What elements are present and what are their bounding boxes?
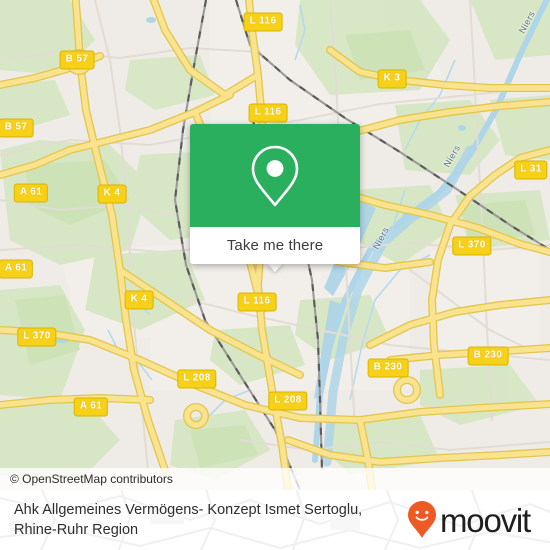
road-shield: B 57 bbox=[59, 50, 95, 70]
callout-card-header bbox=[190, 124, 360, 227]
road-shield: L 370 bbox=[17, 327, 57, 347]
road-shield: A 61 bbox=[13, 183, 49, 203]
road-shield: B 57 bbox=[0, 118, 34, 138]
road-shield: K 3 bbox=[377, 69, 407, 89]
attribution-text: © OpenStreetMap contributors bbox=[10, 472, 173, 486]
road-shield: L 116 bbox=[237, 292, 277, 312]
footer-bar: Ahk Allgemeines Vermögens- Konzept Ismet… bbox=[0, 490, 550, 550]
place-title: Ahk Allgemeines Vermögens- Konzept Ismet… bbox=[14, 502, 363, 538]
road-shield: B 230 bbox=[467, 346, 509, 366]
road-shield: B 230 bbox=[367, 358, 409, 378]
road-shield: A 61 bbox=[73, 397, 109, 417]
location-callout-card[interactable]: Take me there bbox=[190, 124, 360, 264]
road-shield: L 370 bbox=[452, 236, 492, 256]
road-shield: K 4 bbox=[97, 184, 127, 204]
road-shield: A 61 bbox=[0, 259, 34, 279]
road-shield: L 208 bbox=[177, 369, 217, 389]
map-attribution: © OpenStreetMap contributors bbox=[0, 468, 550, 490]
callout-card-action[interactable]: Take me there bbox=[190, 227, 360, 264]
road-shield: K 4 bbox=[124, 290, 154, 310]
road-shield: L 116 bbox=[243, 12, 283, 32]
moovit-smiley-pin-icon bbox=[408, 501, 436, 538]
road-shield: L 116 bbox=[248, 103, 288, 123]
screenshot-root: Niers Niers Niers L 116 B 57 K 3 L 116 B… bbox=[0, 0, 550, 550]
moovit-wordmark: moovit bbox=[440, 501, 531, 539]
road-shield: L 31 bbox=[514, 160, 548, 180]
footer-content: Ahk Allgemeines Vermögens- Konzept Ismet… bbox=[0, 490, 550, 550]
location-pin-icon bbox=[251, 145, 299, 206]
moovit-logo: moovit bbox=[407, 500, 536, 540]
road-shield: L 208 bbox=[268, 391, 308, 411]
take-me-there-label: Take me there bbox=[226, 237, 324, 254]
